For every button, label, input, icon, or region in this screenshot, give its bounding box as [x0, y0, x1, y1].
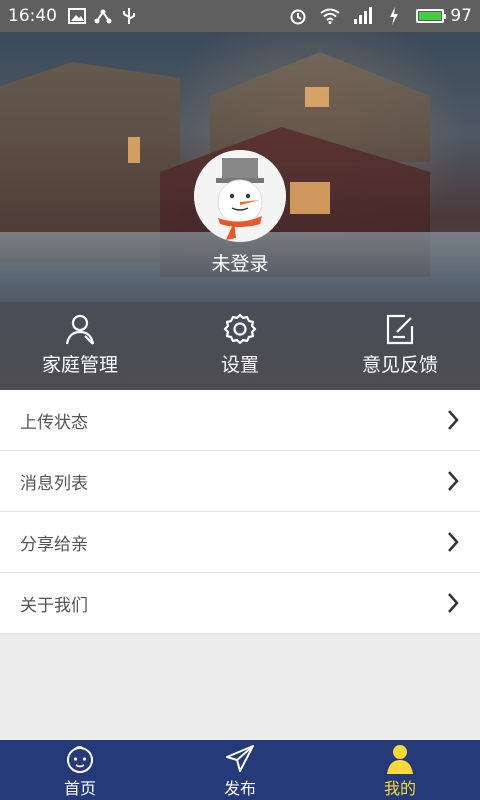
- menu-item-label: 消息列表: [20, 473, 88, 494]
- battery-level: 97: [450, 6, 472, 26]
- tab-mine[interactable]: 我的: [320, 740, 480, 800]
- tab-mine-label: 我的: [383, 779, 416, 798]
- alarm-icon: [288, 7, 308, 25]
- edit-icon: [386, 314, 414, 345]
- menu-item-share[interactable]: 分享给亲: [0, 512, 480, 573]
- menu-list: 上传状态 消息列表 分享给亲 关于我们: [0, 390, 480, 634]
- menu-item-message-list[interactable]: 消息列表: [0, 451, 480, 512]
- user-icon: [65, 314, 95, 345]
- settings-label: 设置: [220, 354, 259, 376]
- chevron-right-icon: [448, 471, 459, 491]
- charging-icon: [384, 7, 404, 25]
- baby-face-icon: [67, 746, 93, 773]
- family-management-button[interactable]: 家庭管理: [0, 312, 160, 390]
- battery-icon: [416, 9, 447, 23]
- tab-publish[interactable]: 发布: [160, 740, 320, 800]
- settings-button[interactable]: 设置: [160, 312, 320, 390]
- login-status[interactable]: 未登录: [0, 249, 480, 276]
- chevron-right-icon: [448, 593, 459, 613]
- gear-icon: [223, 313, 257, 345]
- tab-publish-label: 发布: [223, 779, 256, 798]
- menu-item-upload-status[interactable]: 上传状态: [0, 390, 480, 451]
- profile-header: 未登录 家庭管理 设置 意见反馈: [0, 32, 480, 390]
- wifi-icon: [320, 7, 340, 25]
- family-management-label: 家庭管理: [41, 354, 118, 376]
- tab-home[interactable]: 首页: [0, 740, 160, 800]
- status-time: 16:40: [8, 6, 57, 26]
- bottom-tab-bar: 首页 发布 我的: [0, 740, 480, 800]
- feedback-button[interactable]: 意见反馈: [320, 312, 480, 390]
- send-icon: [226, 745, 254, 772]
- avatar[interactable]: [194, 150, 286, 242]
- tab-home-label: 首页: [63, 779, 96, 798]
- person-icon: [387, 745, 413, 774]
- feedback-label: 意见反馈: [361, 354, 438, 376]
- snowman-avatar-icon: [194, 150, 286, 242]
- menu-item-label: 关于我们: [20, 595, 88, 616]
- menu-item-about-us[interactable]: 关于我们: [0, 573, 480, 634]
- image-icon: [67, 7, 87, 25]
- menu-item-label: 分享给亲: [20, 534, 88, 555]
- chevron-right-icon: [448, 410, 459, 430]
- chevron-right-icon: [448, 532, 459, 552]
- usb-icon: [119, 7, 139, 25]
- cellular-signal-icon: [352, 7, 373, 25]
- share-node-icon: [93, 7, 113, 25]
- status-bar: 16:40 97: [0, 0, 480, 32]
- menu-item-label: 上传状态: [20, 412, 88, 433]
- status-right: 97: [288, 6, 472, 26]
